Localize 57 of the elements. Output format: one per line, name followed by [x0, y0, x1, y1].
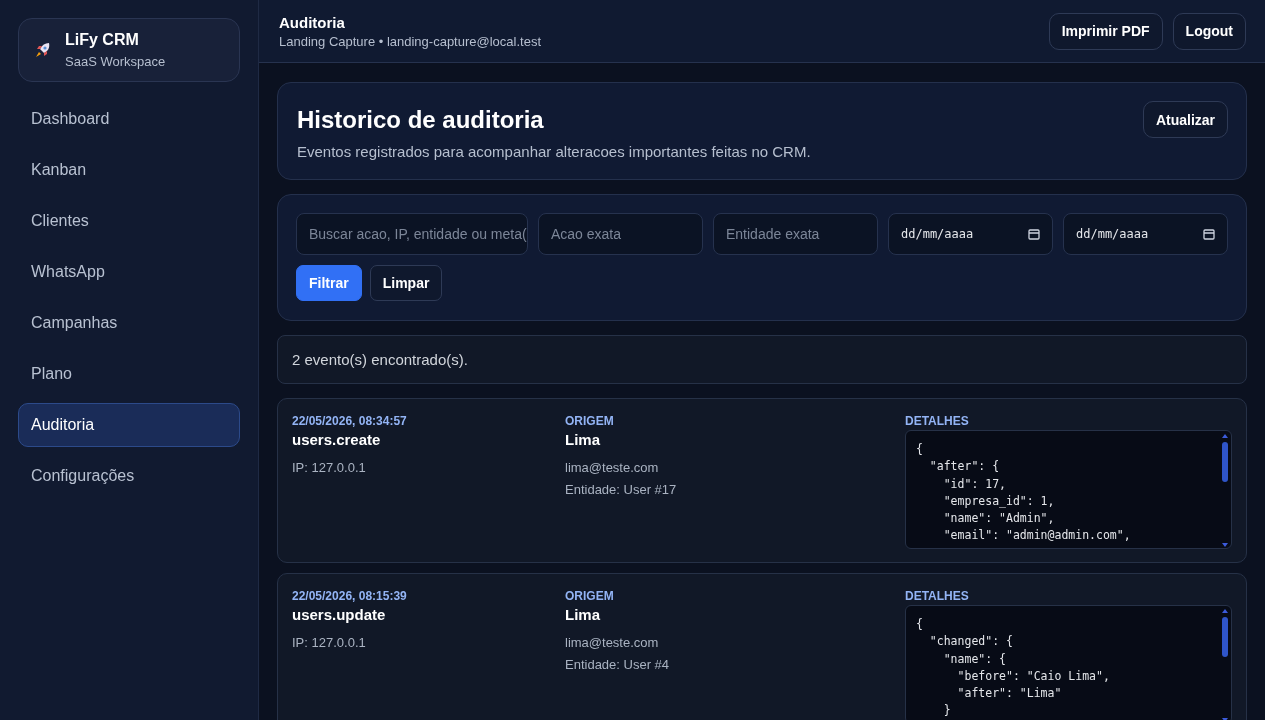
date-field[interactable]: dd/mm/aaaa — [888, 213, 1053, 255]
scrollbar[interactable] — [1220, 432, 1230, 548]
code-line: "after": { — [928, 458, 1001, 476]
origin-name: Lima — [565, 606, 600, 623]
code-line: { — [916, 441, 924, 458]
event-timestamp: 22/05/2026, 08:15:39 — [292, 589, 407, 603]
code-line: "email": "admin@admin.com", — [942, 527, 1132, 545]
code-line: { — [916, 616, 924, 633]
origin-label: ORIGEM — [565, 589, 614, 603]
event-action: users.create — [292, 431, 381, 448]
event-action: users.update — [292, 606, 386, 623]
nav-item[interactable]: Campanhas — [18, 301, 240, 345]
brand-subtitle: SaaS Workspace — [65, 54, 166, 69]
page-title: Auditoria — [279, 13, 346, 31]
nav-item[interactable]: Auditoria — [18, 403, 240, 447]
topbar-button[interactable]: Imprimir PDF — [1048, 12, 1163, 50]
nav-item[interactable]: WhatsApp — [18, 250, 240, 294]
text-field[interactable]: Entidade exata — [713, 213, 878, 255]
code-line: "name": "Admin", — [942, 510, 1056, 528]
topbar-button[interactable]: Logout — [1172, 12, 1246, 50]
code-line: "before": "Caio Lima", — [956, 667, 1111, 685]
event-timestamp: 22/05/2026, 08:34:57 — [292, 414, 407, 428]
nav-item[interactable]: Configurações — [18, 454, 240, 498]
details-label: DETALHES — [905, 414, 969, 428]
date-field[interactable]: dd/mm/aaaa — [1063, 213, 1228, 255]
calendar-icon[interactable] — [1203, 228, 1215, 240]
section-title: Historico de auditoria — [297, 106, 545, 134]
account-info: Landing Capture • landing-capture@local.test — [279, 33, 542, 49]
code-line: "name": { — [942, 650, 1007, 668]
event-ip: IP: 127.0.0.1 — [292, 459, 366, 477]
scrollbar[interactable] — [1220, 607, 1230, 720]
origin-name: Lima — [565, 431, 600, 448]
refresh-button[interactable]: Atualizar — [1142, 101, 1228, 138]
text-field[interactable]: Acao exata — [538, 213, 703, 255]
filter-button[interactable]: Filtrar — [296, 265, 362, 301]
text-field[interactable]: Buscar acao, IP, entidade ou meta( — [296, 213, 528, 255]
section-description: Eventos registrados para acompanhar alteracoes importantes feitas no CRM. — [297, 143, 811, 160]
event-ip: IP: 127.0.0.1 — [292, 634, 366, 652]
origin-label: ORIGEM — [565, 414, 614, 428]
brand-name: LiFy CRM — [65, 31, 140, 49]
event-entity: Entidade: User #4 — [565, 656, 670, 674]
code-line: "changed": { — [928, 633, 1014, 651]
nav-item[interactable]: Clientes — [18, 199, 240, 243]
code-line: "id": 17, — [942, 475, 1007, 493]
nav-item[interactable]: Plano — [18, 352, 240, 396]
origin-email: lima@teste.com — [565, 634, 659, 652]
nav-item[interactable]: Kanban — [18, 148, 240, 192]
result-count: 2 evento(s) encontrado(s). — [277, 335, 1247, 384]
code-line: "empresa_id": 1, — [942, 492, 1056, 510]
code-line: "after": "Lima" — [956, 685, 1063, 703]
origin-email: lima@teste.com — [565, 459, 659, 477]
calendar-icon[interactable] — [1028, 228, 1040, 240]
clear-button[interactable]: Limpar — [369, 265, 443, 301]
event-entity: Entidade: User #17 — [565, 481, 677, 499]
details-label: DETALHES — [905, 589, 969, 603]
nav-item[interactable]: Dashboard — [18, 97, 240, 141]
code-line: } — [942, 702, 952, 720]
